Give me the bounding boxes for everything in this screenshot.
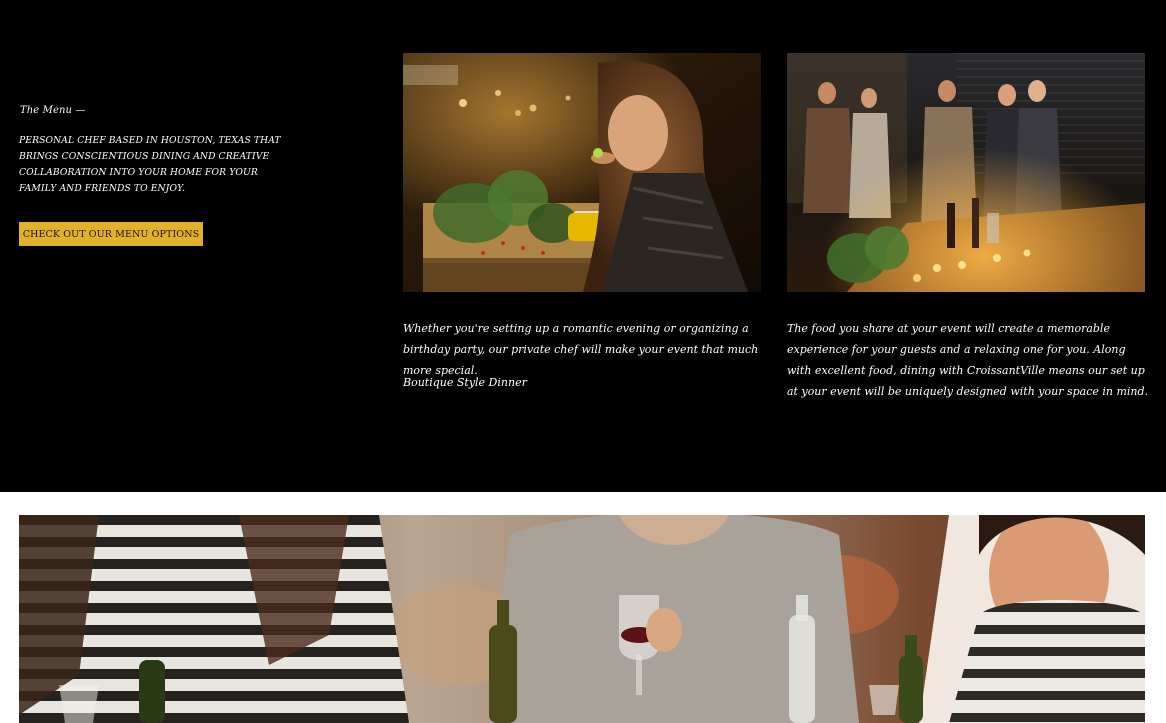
woman-eating-dinner-image xyxy=(403,53,761,292)
friends-wine-gathering-image xyxy=(19,515,1145,723)
boutique-dinner-caption: Boutique Style Dinner xyxy=(403,376,527,389)
page: The Menu — Personal chef based in Housto… xyxy=(0,0,1166,723)
woman-eating-dinner-photo xyxy=(403,53,761,292)
event-experience-caption: The food you share at your event will cr… xyxy=(787,322,1149,398)
friends-wine-gathering-photo xyxy=(19,515,1145,723)
menu-description: Personal chef based in Houston, Texas th… xyxy=(19,135,281,194)
menu-options-button[interactable]: CHECK OUT OUR MENU OPTIONS xyxy=(19,222,203,246)
menu-section: The Menu — Personal chef based in Housto… xyxy=(0,0,1166,492)
section-label: The Menu — xyxy=(20,105,86,116)
party-guests-photo xyxy=(787,53,1145,292)
party-guests-image xyxy=(787,53,1145,292)
